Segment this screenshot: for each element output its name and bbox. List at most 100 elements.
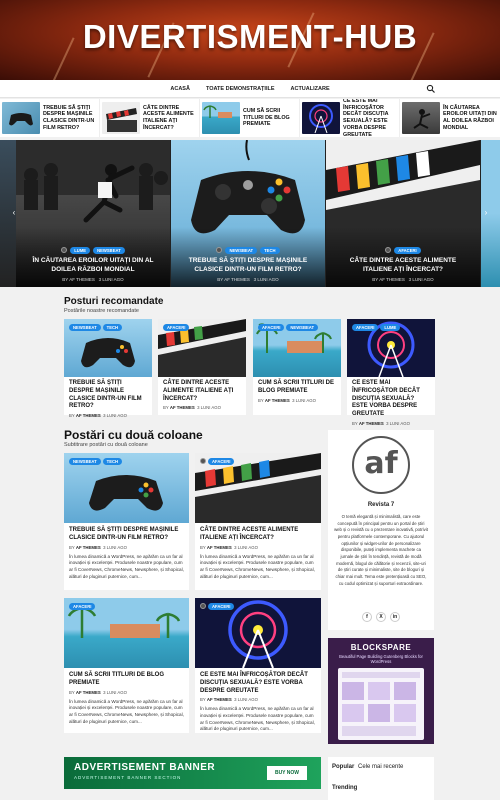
author-avatar-icon (200, 603, 206, 609)
post-title[interactable]: TREBUIE SĂ ȘTIȚI DESPRE MAȘINILE CLASICE… (69, 380, 147, 411)
slide[interactable]: NEWSBEAT TECH TREBUIE SĂ ȘTIȚI DESPRE MAȘ… (171, 140, 325, 287)
buy-now-button[interactable]: BUY NOW (267, 766, 307, 780)
tab-recent[interactable]: Cele mai recente (358, 764, 403, 770)
post-author[interactable]: AF THEMES (207, 697, 232, 702)
post-author[interactable]: AF THEMES (76, 545, 101, 550)
nav-item-all-demos[interactable]: TOATE DEMONSTRAȚIILE (206, 86, 275, 92)
nav-item-update[interactable]: ACTUALIZARE (291, 86, 330, 92)
author-description: O temă elegantă și minimalistă, care est… (334, 514, 428, 586)
author-avatar-icon (200, 458, 206, 464)
recommended-section-subtitle: Postările noastre recomandate (64, 308, 139, 314)
slide-date: 3 LUNI AGO (253, 277, 279, 282)
category-badge[interactable]: NEWSBEAT (93, 247, 125, 255)
search-icon[interactable] (426, 84, 436, 94)
recommended-card[interactable]: AFACERI LUME CE ESTE MAI ÎNFRICOȘĂTOR DEC… (347, 319, 435, 426)
slide-author[interactable]: BY AF THEMES (372, 277, 405, 282)
post-title[interactable]: CE ESTE MAI ÎNFRICOȘĂTOR DECÂT DISCUȚIA … (352, 380, 430, 419)
category-badge[interactable]: TECH (102, 458, 123, 466)
category-badge[interactable]: LUME (70, 247, 91, 255)
author-avatar-icon (385, 247, 392, 254)
by-label: BY (69, 689, 75, 695)
nav-item-home[interactable]: ACASĂ (170, 86, 190, 92)
category-badge[interactable]: LUME (380, 324, 401, 332)
post-author[interactable]: AF THEMES (76, 413, 101, 418)
x-icon[interactable]: X (376, 612, 386, 622)
two-column-card[interactable]: NEWSBEAT TECH TREBUIE SĂ ȘTIȚI DESPRE MAȘ… (64, 453, 189, 590)
advertisement-banner[interactable]: ADVERTISEMENT BANNER ADVERTISEMENT BANNE… (64, 757, 321, 789)
by-label: BY (200, 544, 206, 550)
category-badge[interactable]: AFACERI (208, 458, 235, 466)
post-author[interactable]: AF THEMES (265, 398, 290, 403)
category-badge[interactable]: AFACERI (208, 603, 235, 611)
slide-title[interactable]: ÎN CĂUTAREA EROILOR UITAȚI DIN AL DOILEA… (26, 257, 160, 274)
linkedin-icon[interactable]: in (390, 612, 400, 622)
ticker-item[interactable]: TREBUIE SĂ ȘTIȚI DESPRE MAȘINILE CLASICE… (0, 99, 100, 137)
site-title[interactable]: DIVERTISMENT-HUB (0, 18, 500, 56)
post-date: 3 LUNI AGO (292, 397, 316, 403)
slider-prev-icon[interactable]: ‹ (10, 208, 18, 218)
two-column-card[interactable]: AFACERI CE ESTE MAI ÎNFRICOȘĂTOR DECÂT D… (195, 598, 321, 733)
post-excerpt: În lumea dinamică a WordPress, ne apărăm… (200, 706, 315, 732)
post-author[interactable]: AF THEMES (207, 545, 232, 550)
featured-slider: LUME NEWSBEAT ÎN CĂUTAREA EROILOR UITAȚI … (0, 140, 500, 287)
category-badge[interactable]: NEWSBEAT (225, 247, 258, 255)
ticker-title[interactable]: CÂTE DINTRE ACESTE ALIMENTE ITALIENE AȚI… (143, 105, 197, 132)
recommended-section-title: Posturi recomandate (64, 296, 164, 307)
ticker-title[interactable]: CUM SĂ SCRII TITLURI DE BLOG PREMIATE (243, 108, 297, 128)
two-column-card[interactable]: AFACERI CUM SĂ SCRII TITLURI DE BLOG PRE… (64, 598, 189, 733)
slide[interactable]: AFACERI CÂTE DINTRE ACESTE ALIMENTE ITAL… (326, 140, 480, 287)
slide-title[interactable]: TREBUIE SĂ ȘTIȚI DESPRE MAȘINILE CLASICE… (181, 257, 315, 274)
slide-author[interactable]: BY AF THEMES (217, 277, 250, 282)
ticker-title[interactable]: CE ESTE MAI ÎNFRICOȘĂTOR DECÂT DISCUȚIA … (343, 99, 397, 137)
post-excerpt: În lumea dinamică a WordPress, ne apărăm… (69, 698, 184, 724)
ticker-item[interactable]: CUM SĂ SCRII TITLURI DE BLOG PREMIATE (200, 99, 300, 137)
ticker-item[interactable]: ÎN CĂUTAREA EROILOR UITAȚI DIN AL DOILEA… (400, 99, 500, 137)
by-label: BY (163, 405, 169, 411)
tab-popular[interactable]: Popular (332, 764, 354, 770)
site-header: DIVERTISMENT-HUB (0, 0, 500, 80)
two-column-card[interactable]: AFACERI CÂTE DINTRE ACESTE ALIMENTE ITAL… (195, 453, 321, 590)
ticker-title[interactable]: TREBUIE SĂ ȘTIȚI DESPRE MAȘINILE CLASICE… (43, 105, 97, 132)
category-badge[interactable]: TECH (260, 247, 280, 255)
post-title[interactable]: CÂTE DINTRE ACESTE ALIMENTE ITALIENE AȚI… (163, 380, 241, 403)
ticker-item[interactable]: CÂTE DINTRE ACESTE ALIMENTE ITALIENE AȚI… (100, 99, 200, 137)
recommended-card[interactable]: NEWSBEAT TECH TREBUIE SĂ ȘTIȚI DESPRE MAȘ… (64, 319, 152, 419)
post-title[interactable]: TREBUIE SĂ ȘTIȚI DESPRE MAȘINILE CLASICE… (69, 527, 184, 543)
post-date: 3 LUNI AGO (103, 413, 127, 419)
post-date: 3 LUNI AGO (234, 544, 258, 550)
post-author[interactable]: AF THEMES (76, 690, 101, 695)
category-badge[interactable]: NEWSBEAT (69, 458, 101, 466)
post-title[interactable]: CUM SĂ SCRII TITLURI DE BLOG PREMIATE (258, 380, 336, 396)
post-author[interactable]: AF THEMES (170, 405, 195, 410)
category-badge[interactable]: AFACERI (163, 324, 190, 332)
facebook-icon[interactable]: f (362, 612, 372, 622)
ticker-item[interactable]: CE ESTE MAI ÎNFRICOȘĂTOR DECÂT DISCUȚIA … (300, 99, 400, 137)
by-label: BY (69, 413, 75, 419)
slider-next-icon[interactable]: › (482, 208, 490, 218)
tab-trending[interactable]: Trending (332, 785, 357, 791)
slide-title[interactable]: CÂTE DINTRE ACESTE ALIMENTE ITALIENE AȚI… (336, 257, 470, 274)
slide-author[interactable]: BY AF THEMES (62, 277, 95, 282)
category-badge[interactable]: AFACERI (69, 603, 96, 611)
resort-thumbnail (202, 102, 240, 134)
post-title[interactable]: CE ESTE MAI ÎNFRICOȘĂTOR DECÂT DISCUȚIA … (200, 672, 316, 695)
category-badge[interactable]: NEWSBEAT (69, 324, 101, 332)
ferris-wheel-thumbnail (302, 102, 340, 134)
slide-date: 3 LUNI AGO (408, 277, 434, 282)
post-author[interactable]: AF THEMES (359, 421, 384, 426)
post-title[interactable]: CÂTE DINTRE ACESTE ALIMENTE ITALIENE AȚI… (200, 527, 316, 543)
post-title[interactable]: CUM SĂ SCRII TITLURI DE BLOG PREMIATE (69, 672, 184, 688)
recommended-card[interactable]: AFACERI CÂTE DINTRE ACESTE ALIMENTE ITAL… (158, 319, 246, 415)
breakdancer-thumbnail (402, 102, 440, 134)
slide[interactable]: LUME NEWSBEAT ÎN CĂUTAREA EROILOR UITAȚI … (16, 140, 170, 287)
category-badge[interactable]: NEWSBEAT (286, 324, 319, 332)
blockspare-ad-widget[interactable]: BLOCKSPARE Beautiful Page Building Guten… (328, 638, 434, 744)
category-badge[interactable]: TECH (102, 324, 123, 332)
category-badge[interactable]: AFACERI (394, 247, 421, 255)
author-avatar-icon (216, 247, 223, 254)
category-badge[interactable]: AFACERI (258, 324, 285, 332)
category-badge[interactable]: AFACERI (352, 324, 379, 332)
author-name: Revista 7 (367, 502, 395, 508)
recommended-card[interactable]: AFACERI NEWSBEAT CUM SĂ SCRII TITLURI DE … (253, 319, 341, 415)
ticker-title[interactable]: ÎN CĂUTAREA EROILOR UITAȚI DIN AL DOILEA… (443, 105, 498, 132)
